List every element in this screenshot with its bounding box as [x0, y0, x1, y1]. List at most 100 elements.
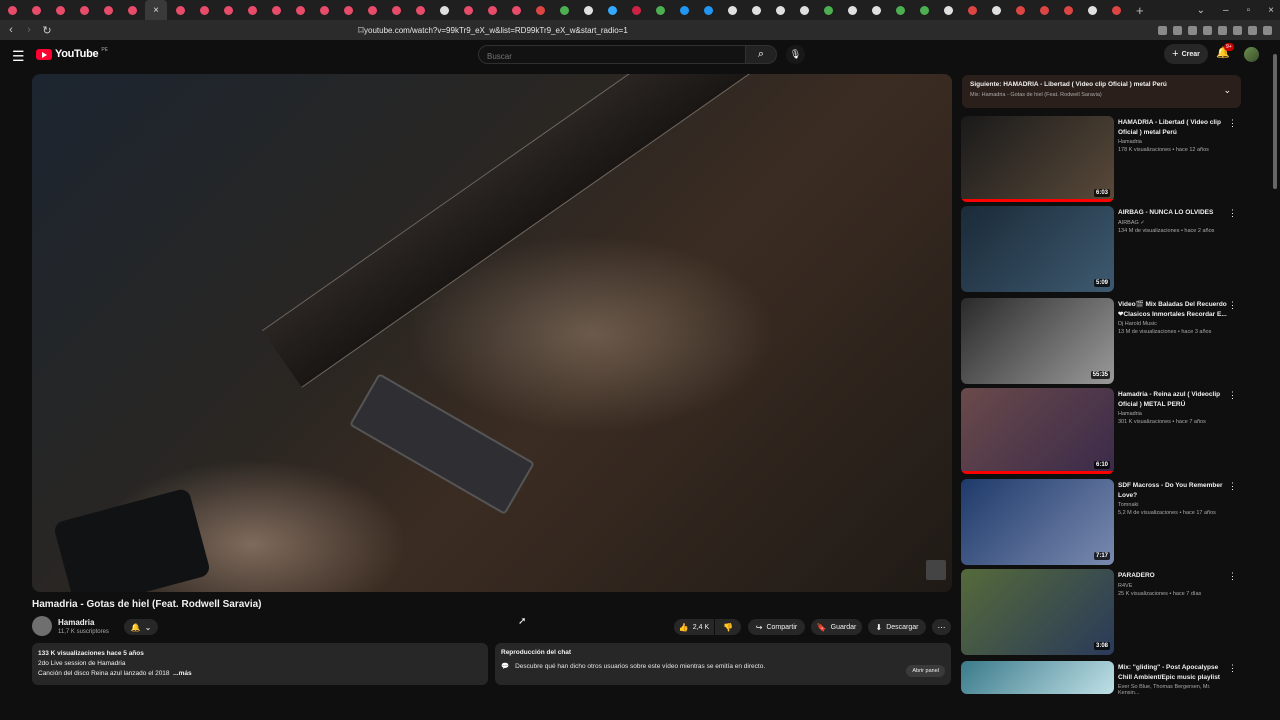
- browser-menu-icon[interactable]: [1263, 25, 1272, 35]
- channel-name[interactable]: Tomnaki: [1118, 502, 1230, 508]
- video-title[interactable]: SDF Macross - Do You Remember Love?: [1118, 481, 1230, 500]
- video-thumbnail[interactable]: 5:09: [961, 206, 1114, 292]
- browser-tab[interactable]: [720, 0, 744, 20]
- channel-name[interactable]: R4VE: [1118, 583, 1230, 589]
- browser-tab[interactable]: [1104, 0, 1128, 20]
- channel-name[interactable]: Hamadria: [1118, 139, 1230, 145]
- extension-icon[interactable]: [1188, 25, 1197, 35]
- browser-tab[interactable]: [792, 0, 816, 20]
- player-preview-thumbnail[interactable]: [926, 560, 946, 580]
- browser-tab[interactable]: [1056, 0, 1080, 20]
- more-icon[interactable]: ⋮: [1228, 118, 1237, 129]
- browser-tab[interactable]: [768, 0, 792, 20]
- channel-name[interactable]: Hamadria: [58, 618, 94, 627]
- browser-tab[interactable]: [0, 0, 24, 20]
- browser-tab[interactable]: [312, 0, 336, 20]
- save-button[interactable]: 🔖 Guardar: [811, 619, 862, 635]
- show-more-link[interactable]: ...más: [173, 670, 191, 677]
- recommended-video[interactable]: 7:17 SDF Macross - Do You Remember Love?…: [961, 479, 1241, 565]
- browser-tab[interactable]: [552, 0, 576, 20]
- video-description[interactable]: 133 K visualizaciones hace 5 años 2do Li…: [32, 643, 488, 685]
- video-thumbnail[interactable]: 3:08: [961, 569, 1114, 655]
- extension-icon[interactable]: [1233, 25, 1242, 35]
- hamburger-icon[interactable]: ☰: [12, 48, 25, 65]
- like-button[interactable]: 👍 2,4 K: [674, 619, 714, 635]
- video-thumbnail[interactable]: [961, 661, 1114, 694]
- channel-name[interactable]: Hamadria: [1118, 411, 1230, 417]
- video-title[interactable]: PARADERO: [1118, 571, 1230, 581]
- more-icon[interactable]: ⋮: [1228, 663, 1237, 674]
- recommended-video[interactable]: 6:10 Hamadria - Reina azul ( Videoclip O…: [961, 388, 1241, 474]
- minimize-icon[interactable]: –: [1223, 5, 1229, 16]
- browser-tab[interactable]: [120, 0, 144, 20]
- browser-tab[interactable]: [216, 0, 240, 20]
- active-tab[interactable]: ×: [145, 0, 167, 20]
- video-title[interactable]: Mix: "gliding" - Post Apocalypse Chill A…: [1118, 663, 1230, 682]
- channel-name[interactable]: Dj Harold Music: [1118, 321, 1230, 327]
- scrollbar-thumb[interactable]: [1273, 54, 1277, 189]
- browser-tab[interactable]: [672, 0, 696, 20]
- browser-tab[interactable]: [648, 0, 672, 20]
- browser-tab[interactable]: [936, 0, 960, 20]
- browser-tab[interactable]: [912, 0, 936, 20]
- browser-tab[interactable]: [1032, 0, 1056, 20]
- browser-tab[interactable]: [432, 0, 456, 20]
- browser-tab[interactable]: [624, 0, 648, 20]
- tab-search-icon[interactable]: ⌄: [1197, 5, 1205, 16]
- dislike-button[interactable]: 👎: [715, 619, 741, 635]
- forward-icon[interactable]: ›: [22, 24, 36, 36]
- browser-tab[interactable]: [192, 0, 216, 20]
- more-actions-button[interactable]: ⋯: [932, 619, 951, 635]
- download-button[interactable]: ⬇ Descargar: [868, 619, 926, 635]
- video-title[interactable]: HAMADRIA - Libertad ( Video clip Oficial…: [1118, 118, 1230, 137]
- video-thumbnail[interactable]: 55:35: [961, 298, 1114, 384]
- back-icon[interactable]: ‹: [4, 24, 18, 36]
- new-tab-icon[interactable]: +: [1136, 3, 1144, 18]
- extension-icon[interactable]: [1203, 25, 1212, 35]
- mix-playlist-header[interactable]: Siguiente: HAMADRIA - Libertad ( Video c…: [962, 75, 1241, 108]
- browser-tab[interactable]: [1080, 0, 1104, 20]
- browser-tab[interactable]: [360, 0, 384, 20]
- reload-icon[interactable]: ↻: [40, 24, 54, 37]
- close-icon[interactable]: ×: [1268, 5, 1274, 16]
- search-input[interactable]: [479, 48, 745, 65]
- more-icon[interactable]: ⋮: [1228, 300, 1237, 311]
- recommended-video[interactable]: 6:03 HAMADRIA - Libertad ( Video clip Of…: [961, 116, 1241, 202]
- browser-tab[interactable]: [336, 0, 360, 20]
- address-bar[interactable]: youtube.com/watch?v=99kTr9_eX_w&list=RD9…: [350, 22, 910, 38]
- video-thumbnail[interactable]: 6:10: [961, 388, 1114, 474]
- channel-name[interactable]: AIRBAG ✓: [1118, 220, 1230, 226]
- more-icon[interactable]: ⋮: [1228, 390, 1237, 401]
- browser-tab[interactable]: [888, 0, 912, 20]
- browser-tab[interactable]: [528, 0, 552, 20]
- channel-name[interactable]: Ever So Blue, Thomas Bergersen, Mr. Kens…: [1118, 684, 1230, 696]
- browser-tab[interactable]: [1008, 0, 1032, 20]
- browser-tab[interactable]: [240, 0, 264, 20]
- browser-tab[interactable]: [408, 0, 432, 20]
- browser-tab[interactable]: [960, 0, 984, 20]
- video-title[interactable]: AIRBAG - NUNCA LO OLVIDES: [1118, 208, 1230, 218]
- browser-tab[interactable]: [48, 0, 72, 20]
- video-thumbnail[interactable]: 6:03: [961, 116, 1114, 202]
- recommended-video[interactable]: 5:09 AIRBAG - NUNCA LO OLVIDES AIRBAG ✓ …: [961, 206, 1241, 292]
- chevron-down-icon[interactable]: ⌄: [1223, 85, 1231, 96]
- youtube-logo[interactable]: YouTube PE: [36, 47, 108, 60]
- search-button[interactable]: ⌕: [745, 45, 777, 64]
- recommended-video[interactable]: Mix: "gliding" - Post Apocalypse Chill A…: [961, 661, 1241, 696]
- scrollbar[interactable]: [1272, 54, 1278, 694]
- extension-icon[interactable]: [1218, 25, 1227, 35]
- browser-tab[interactable]: [24, 0, 48, 20]
- browser-tab[interactable]: [384, 0, 408, 20]
- browser-tab[interactable]: [264, 0, 288, 20]
- more-icon[interactable]: ⋮: [1228, 481, 1237, 492]
- browser-tab[interactable]: [168, 0, 192, 20]
- browser-tab[interactable]: [984, 0, 1008, 20]
- browser-tab[interactable]: [840, 0, 864, 20]
- browser-tab[interactable]: [864, 0, 888, 20]
- create-button[interactable]: + Crear: [1164, 44, 1208, 64]
- browser-tab[interactable]: [600, 0, 624, 20]
- notifications-button[interactable]: 🔔 9+: [1216, 43, 1234, 59]
- browser-tab[interactable]: [744, 0, 768, 20]
- more-icon[interactable]: ⋮: [1228, 571, 1237, 582]
- browser-tab[interactable]: [816, 0, 840, 20]
